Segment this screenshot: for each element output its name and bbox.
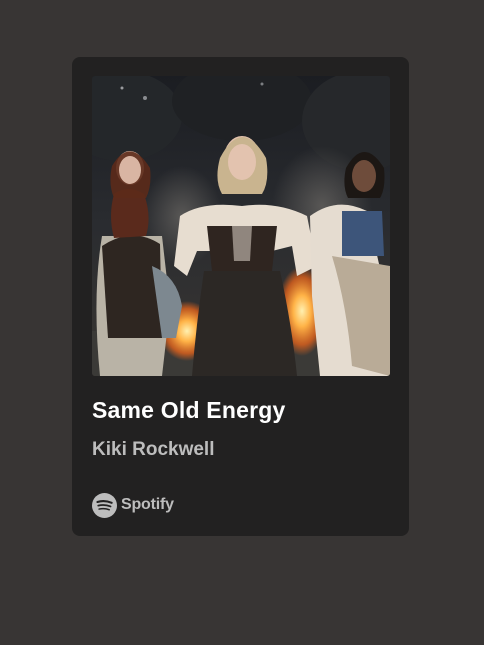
spotify-logo-icon (92, 492, 117, 518)
track-title[interactable]: Same Old Energy (92, 397, 285, 424)
artist-name[interactable]: Kiki Rockwell (92, 439, 215, 461)
spotify-embed-card[interactable]: Same Old Energy Kiki Rockwell Spotify (72, 57, 409, 536)
spotify-wordmark: Spotify (121, 496, 174, 513)
spotify-brand-link[interactable]: Spotify (92, 492, 174, 518)
album-cover-image[interactable] (92, 76, 390, 376)
